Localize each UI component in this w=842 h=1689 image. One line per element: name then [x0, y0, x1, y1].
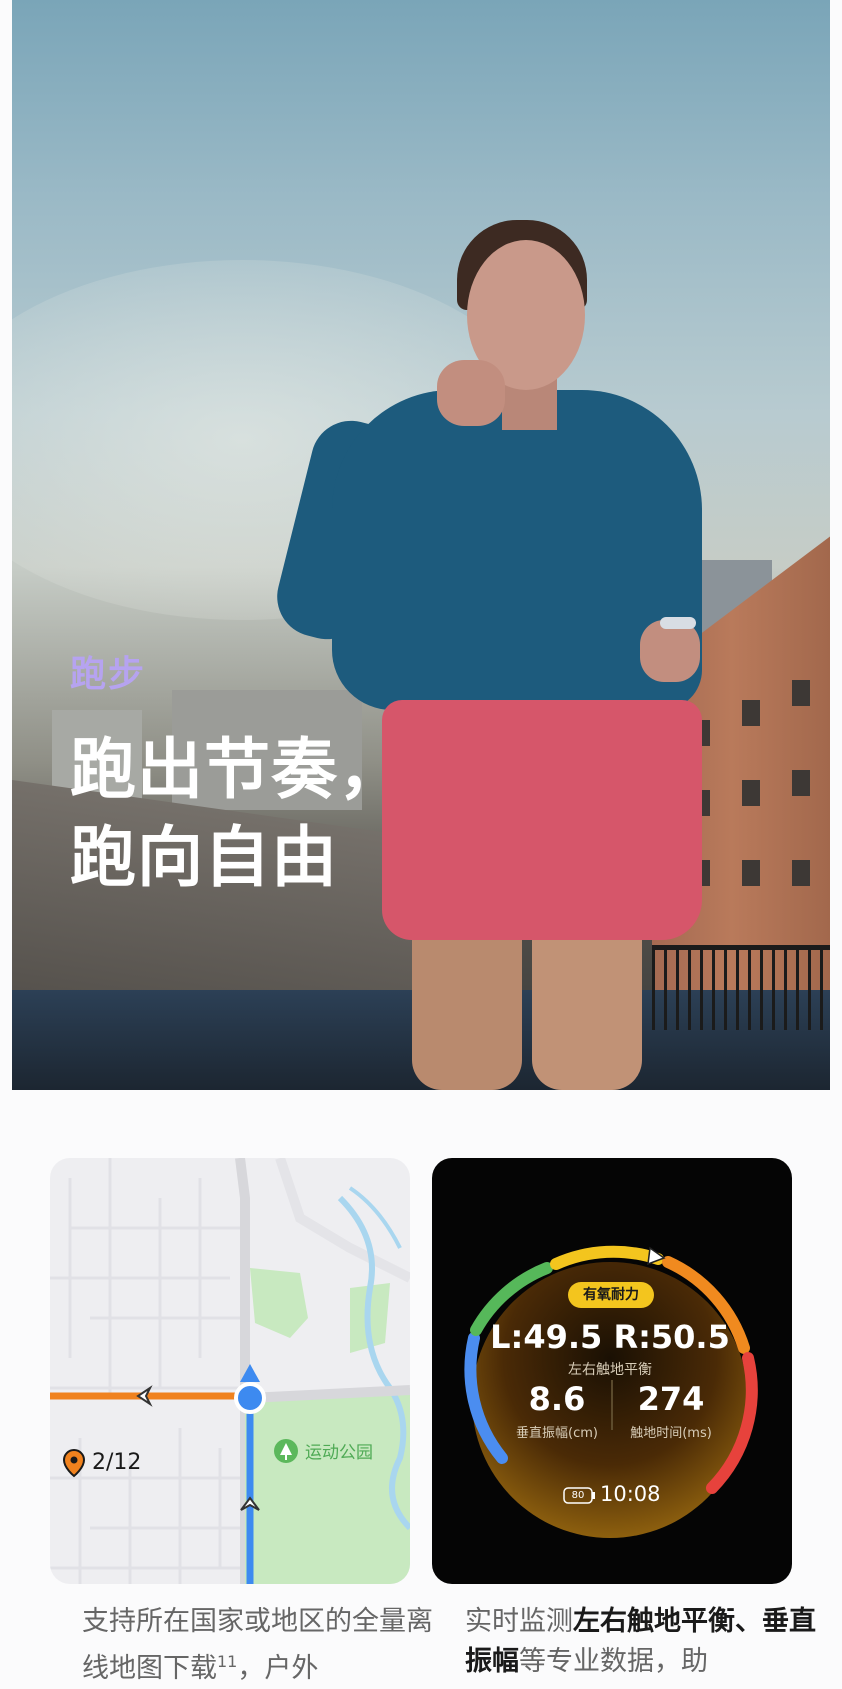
park-label: 运动公园 [305, 1443, 373, 1463]
battery-level: 80 [571, 1490, 585, 1501]
zone-badge-label: 有氧耐力 [583, 1287, 639, 1303]
waypoint-counter: 2/12 [92, 1450, 142, 1475]
ground-contact-value: 274 [637, 1380, 705, 1418]
main-road [235, 1158, 250, 1584]
railing [652, 945, 830, 1030]
watch-time: 10:08 [600, 1482, 661, 1506]
watch-caption-suffix: 等专业数据，助 [519, 1646, 708, 1677]
footnote-marker[interactable]: 11 [217, 1652, 237, 1671]
runner-fist [437, 360, 505, 426]
smartwatch-on-wrist [660, 617, 696, 629]
runner-shorts [382, 700, 702, 940]
balance-label: 左右触地平衡 [568, 1362, 652, 1378]
map-caption-tail: ，户外 [237, 1653, 319, 1684]
map-streets [50, 1158, 250, 1584]
tree-icon [274, 1439, 298, 1463]
vertical-oscillation-label: 垂直振幅(cm) [516, 1426, 598, 1441]
watch-caption-highlight-1: 左右触地平衡、 [573, 1606, 762, 1637]
hero-title-line-2: 跑向自由 [70, 819, 338, 896]
hero-category-label: 跑步 [70, 654, 147, 695]
hero-banner [12, 0, 830, 1090]
balance-value: L:49.5 R:50.5 [490, 1318, 730, 1356]
map-caption: 支持所在国家或地区的全量离线地图下载11，户外 [82, 1602, 452, 1689]
offline-map [50, 1158, 410, 1584]
hero-title: 跑出节奏， 跑向自由 [70, 726, 405, 902]
runner-hand [640, 620, 700, 682]
vertical-oscillation-value: 8.6 [528, 1380, 586, 1418]
watch-caption: 实时监测左右触地平衡、垂直振幅等专业数据，助 [465, 1602, 835, 1682]
hero-title-line-1: 跑出节奏， [70, 731, 405, 808]
park-area [250, 1268, 308, 1338]
ground-contact-label: 触地时间(ms) [630, 1426, 712, 1441]
park-area [245, 1388, 410, 1584]
watch-caption-prefix: 实时监测 [465, 1606, 573, 1637]
offline-map-card: 运动公园 2/12 [50, 1158, 410, 1584]
watch-running-metrics-card: 有氧耐力 L:49.5 R:50.5 左右触地平衡 8.6 垂直振幅(cm) 2… [432, 1158, 792, 1584]
current-location-dot [234, 1382, 266, 1414]
